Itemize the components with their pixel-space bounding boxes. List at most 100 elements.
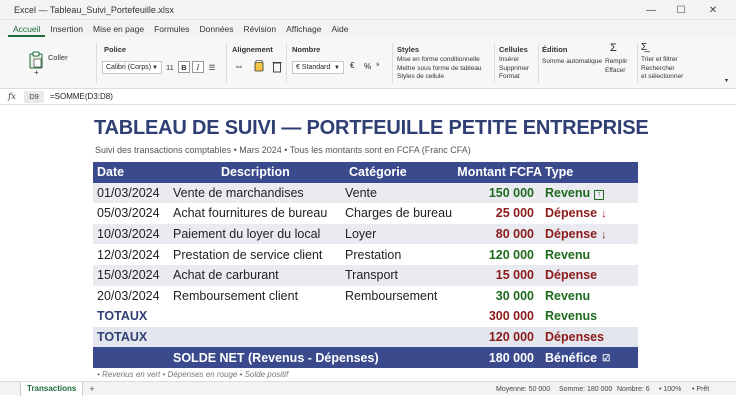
trash-icon[interactable] bbox=[272, 60, 282, 73]
sort-icon[interactable]: Σ̲ bbox=[641, 42, 647, 53]
copy-format-icon[interactable]: + bbox=[34, 68, 39, 78]
header-category[interactable]: Catégorie bbox=[349, 165, 407, 179]
fill-button[interactable]: Remplir bbox=[605, 58, 627, 67]
comma-style-icon[interactable]: ⁹ bbox=[376, 61, 379, 70]
percent-button[interactable]: % bbox=[364, 62, 371, 71]
currency-icon[interactable]: € bbox=[350, 61, 354, 70]
tab-insertion[interactable]: Insertion bbox=[45, 24, 88, 37]
underline-button[interactable]: ☰ bbox=[206, 61, 218, 73]
function-icon[interactable]: fx bbox=[0, 92, 24, 102]
tab-donnees[interactable]: Données bbox=[195, 24, 239, 37]
cell-type[interactable]: Revenu bbox=[545, 248, 590, 262]
cell-amount[interactable]: 30 000 bbox=[496, 289, 534, 303]
fill-color-icon[interactable] bbox=[254, 60, 264, 73]
cell-description[interactable]: Achat de carburant bbox=[173, 268, 279, 282]
tab-revision[interactable]: Révision bbox=[239, 24, 282, 37]
number-format-select[interactable]: € Standard ▼ bbox=[292, 61, 344, 74]
cell-date[interactable]: 05/03/2024 bbox=[97, 206, 160, 220]
sheet-area[interactable]: TABLEAU DE SUIVI — PORTFEUILLE PETITE EN… bbox=[0, 105, 736, 381]
paste-icon[interactable] bbox=[28, 51, 44, 69]
net-type[interactable]: Bénéfice ☑ bbox=[545, 351, 611, 365]
header-description[interactable]: Description bbox=[221, 165, 290, 179]
zoom-level[interactable]: • 100% bbox=[659, 382, 681, 396]
sheet-tab-transactions[interactable]: Transactions bbox=[20, 381, 84, 396]
cell-amount[interactable]: 80 000 bbox=[496, 227, 534, 241]
tab-formules[interactable]: Formules bbox=[149, 24, 194, 37]
ribbon-expand-icon[interactable]: ▾ bbox=[725, 77, 728, 84]
delete-button[interactable]: Supprimer bbox=[499, 65, 529, 74]
formula-input[interactable]: =SOMME(D3:D8) bbox=[50, 92, 113, 101]
cell-amount[interactable]: 120 000 bbox=[489, 248, 534, 262]
cell-category[interactable]: Vente bbox=[345, 186, 377, 200]
minimize-button[interactable]: — bbox=[634, 0, 668, 20]
wrap-arrows-icon[interactable]: ⇔ bbox=[234, 61, 244, 72]
table-row[interactable]: 10/03/2024 Paiement du loyer du local Lo… bbox=[93, 223, 638, 245]
table-row[interactable]: 20/03/2024 Remboursement client Rembours… bbox=[93, 286, 638, 307]
cell-date[interactable]: 15/03/2024 bbox=[97, 268, 160, 282]
cell-amount[interactable]: 15 000 bbox=[496, 268, 534, 282]
close-button[interactable]: ✕ bbox=[696, 0, 730, 20]
totals-row-expense[interactable]: TOTAUX 120 000 Dépenses bbox=[93, 326, 638, 348]
totals-type[interactable]: Revenus bbox=[545, 309, 597, 323]
cell-date[interactable]: 20/03/2024 bbox=[97, 289, 160, 303]
cell-description[interactable]: Paiement du loyer du local bbox=[173, 227, 320, 241]
cell-category[interactable]: Prestation bbox=[345, 248, 401, 262]
cell-description[interactable]: Achat fournitures de bureau bbox=[173, 206, 327, 220]
totals-amount[interactable]: 120 000 bbox=[489, 330, 534, 344]
cell-type[interactable]: Revenu ↑ bbox=[545, 186, 605, 200]
format-button[interactable]: Format bbox=[499, 73, 529, 82]
font-size-value[interactable]: 11 bbox=[166, 63, 174, 73]
totals-type[interactable]: Dépenses bbox=[545, 330, 604, 344]
cell-amount[interactable]: 150 000 bbox=[489, 186, 534, 200]
paste-button[interactable]: Coller bbox=[48, 53, 68, 63]
find-button[interactable]: Rechercher bbox=[641, 65, 683, 74]
format-as-table-button[interactable]: Mettre sous forme de tableau bbox=[397, 65, 482, 74]
totals-amount[interactable]: 300 000 bbox=[489, 309, 534, 323]
conditional-format-button[interactable]: Mise en forme conditionnelle bbox=[397, 56, 482, 65]
cell-date[interactable]: 12/03/2024 bbox=[97, 248, 160, 262]
cell-type[interactable]: Revenu bbox=[545, 289, 590, 303]
cell-reference[interactable]: D9 bbox=[24, 90, 44, 103]
cell-description[interactable]: Remboursement client bbox=[173, 289, 298, 303]
sort-filter-button[interactable]: Trier et filtrer bbox=[641, 56, 683, 65]
tab-affichage[interactable]: Affichage bbox=[281, 24, 326, 37]
cell-styles-button[interactable]: Styles de cellule bbox=[397, 73, 482, 82]
table-row[interactable]: 01/03/2024 Vente de marchandises Vente 1… bbox=[93, 182, 638, 204]
cell-category[interactable]: Loyer bbox=[345, 227, 376, 241]
cell-date[interactable]: 10/03/2024 bbox=[97, 227, 160, 241]
header-date[interactable]: Date bbox=[97, 165, 124, 179]
cell-type[interactable]: Dépense ↓ bbox=[545, 206, 607, 220]
cell-category[interactable]: Transport bbox=[345, 268, 398, 282]
tab-mise-en-page[interactable]: Mise en page bbox=[88, 24, 149, 37]
table-row[interactable]: 12/03/2024 Prestation de service client … bbox=[93, 244, 638, 265]
net-amount[interactable]: 180 000 bbox=[489, 351, 534, 365]
totals-label[interactable]: TOTAUX bbox=[97, 309, 147, 323]
totals-label[interactable]: TOTAUX bbox=[97, 330, 147, 344]
clear-button[interactable]: Effacer bbox=[605, 67, 625, 76]
totals-row-revenue[interactable]: TOTAUX 300 000 Revenus bbox=[93, 306, 638, 327]
autosum-icon[interactable]: Σ bbox=[610, 42, 617, 54]
net-balance-row[interactable]: SOLDE NET (Revenus - Dépenses) 180 000 B… bbox=[93, 347, 638, 368]
cell-amount[interactable]: 25 000 bbox=[496, 206, 534, 220]
select-button[interactable]: et sélectionner bbox=[641, 73, 683, 82]
cell-type[interactable]: Dépense bbox=[545, 268, 597, 282]
cell-category[interactable]: Charges de bureau bbox=[345, 206, 452, 220]
maximize-button[interactable]: ☐ bbox=[664, 0, 698, 20]
autosum-button[interactable]: Somme automatique bbox=[542, 58, 602, 67]
cell-description[interactable]: Prestation de service client bbox=[173, 248, 322, 262]
font-name-select[interactable]: Calibri (Corps) ▼ bbox=[102, 61, 162, 74]
header-amount[interactable]: Montant FCFA bbox=[457, 165, 542, 179]
bold-button[interactable]: B bbox=[178, 61, 190, 73]
italic-button[interactable]: I bbox=[192, 61, 204, 73]
cell-category[interactable]: Remboursement bbox=[345, 289, 437, 303]
tab-aide[interactable]: Aide bbox=[326, 24, 353, 37]
cell-type[interactable]: Dépense ↓ bbox=[545, 227, 607, 241]
cell-date[interactable]: 01/03/2024 bbox=[97, 186, 160, 200]
table-row[interactable]: 15/03/2024 Achat de carburant Transport … bbox=[93, 264, 638, 286]
table-row[interactable]: 05/03/2024 Achat fournitures de bureau C… bbox=[93, 203, 638, 224]
add-sheet-button[interactable]: + bbox=[89, 384, 94, 394]
cell-description[interactable]: Vente de marchandises bbox=[173, 186, 304, 200]
insert-button[interactable]: Insérer bbox=[499, 56, 529, 65]
net-label[interactable]: SOLDE NET (Revenus - Dépenses) bbox=[173, 351, 379, 365]
header-type[interactable]: Type bbox=[545, 165, 573, 179]
